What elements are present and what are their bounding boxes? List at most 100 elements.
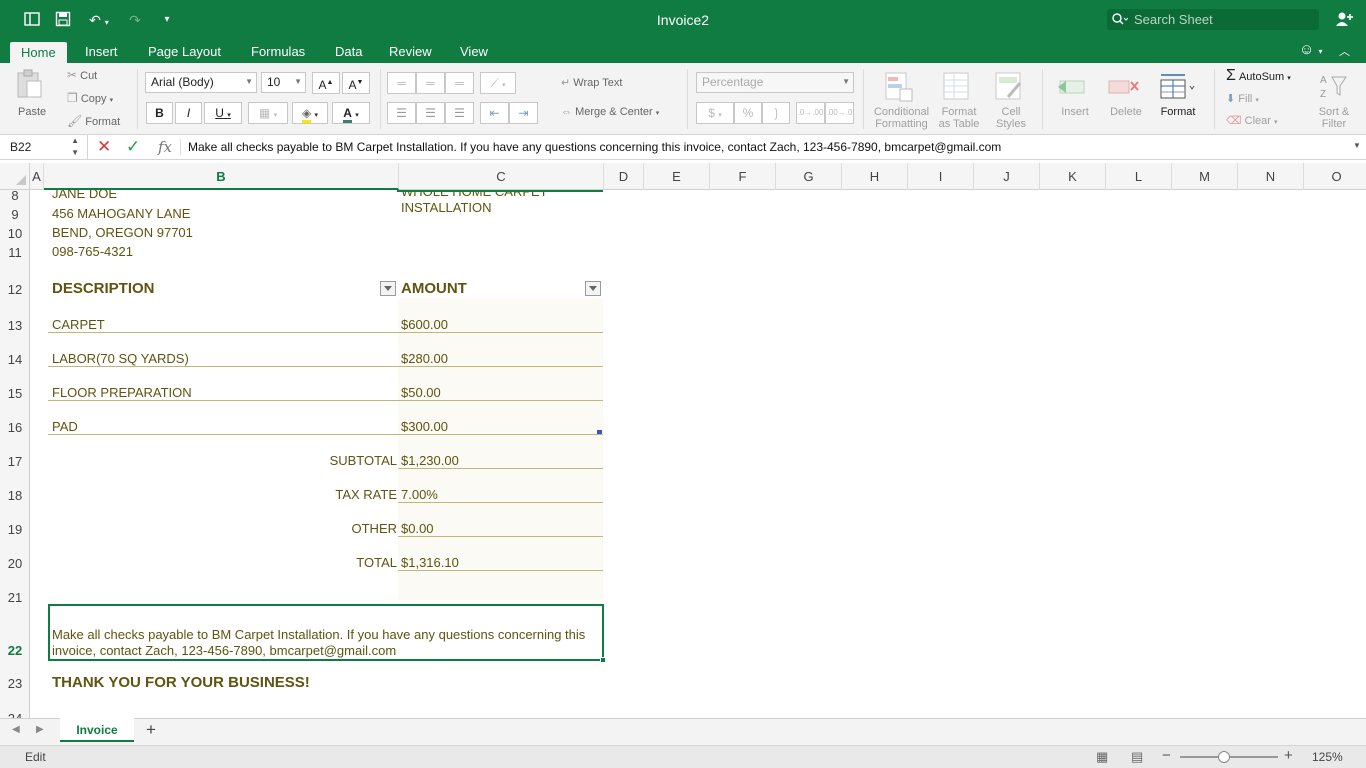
row-header-22[interactable]: 22 <box>0 643 29 658</box>
column-header-j[interactable]: J <box>974 163 1040 190</box>
table-resize-handle[interactable] <box>597 430 602 434</box>
expand-formula-bar-icon[interactable]: ▼ <box>1353 141 1361 150</box>
align-top-button[interactable]: ═ <box>387 72 416 94</box>
paste-button[interactable]: Paste <box>10 69 54 125</box>
cut-button[interactable]: ✂ Cut <box>67 68 97 82</box>
other-value[interactable]: $0.00 <box>401 521 434 536</box>
amount-header[interactable]: AMOUNT <box>401 280 467 297</box>
share-user-icon[interactable] <box>1334 11 1356 29</box>
bill-to-city[interactable]: BEND, OREGON 97701 <box>52 225 193 240</box>
decrease-indent-button[interactable]: ⇤ <box>480 102 509 124</box>
format-painter-button[interactable]: 🖌 Format <box>67 114 120 128</box>
column-header-n[interactable]: N <box>1238 163 1304 190</box>
column-header-c[interactable]: C <box>399 163 604 190</box>
item-description[interactable]: FLOOR PREPARATION <box>52 385 192 400</box>
align-bottom-button[interactable]: ═ <box>445 72 474 94</box>
row-header-20[interactable]: 20 <box>0 556 29 571</box>
delete-cells-button[interactable]: Delete <box>1102 69 1150 131</box>
zoom-slider-thumb[interactable] <box>1218 751 1231 763</box>
row-header-17[interactable]: 17 <box>0 454 29 469</box>
row-header-14[interactable]: 14 <box>0 352 29 367</box>
tab-insert[interactable]: Insert <box>85 43 118 61</box>
column-header-l[interactable]: L <box>1106 163 1172 190</box>
fill-color-button[interactable]: ◈ ▾ <box>292 102 328 124</box>
tab-formulas[interactable]: Formulas <box>251 43 305 61</box>
number-format-select[interactable]: Percentage ▼ <box>696 72 854 93</box>
orientation-button[interactable]: ⟋ ▾ <box>480 72 516 94</box>
row-header-19[interactable]: 19 <box>0 522 29 537</box>
row-header-8[interactable]: 8 <box>0 190 29 203</box>
thank-you-message[interactable]: THANK YOU FOR YOUR BUSINESS! <box>52 674 310 691</box>
name-box[interactable]: B22 ▲ ▼ <box>0 135 88 159</box>
item-amount[interactable]: $600.00 <box>401 317 448 332</box>
underline-button[interactable]: U ▾ <box>204 102 242 124</box>
row-header-12[interactable]: 12 <box>0 282 29 297</box>
row-header-24[interactable]: 24 <box>0 711 29 718</box>
column-header-m[interactable]: M <box>1172 163 1238 190</box>
wrap-text-button[interactable]: ↵ Wrap Text <box>561 76 622 89</box>
fill-handle[interactable] <box>600 657 606 663</box>
column-header-b[interactable]: B <box>44 163 399 190</box>
row-header-9[interactable]: 9 <box>0 207 29 222</box>
tab-page-layout[interactable]: Page Layout <box>148 43 221 61</box>
item-amount[interactable]: $50.00 <box>401 385 441 400</box>
row-header-10[interactable]: 10 <box>0 226 29 241</box>
row-header-16[interactable]: 16 <box>0 420 29 435</box>
description-header[interactable]: DESCRIPTION <box>52 280 155 297</box>
currency-button[interactable]: $ ▾ <box>696 102 734 124</box>
confirm-entry-icon[interactable]: ✓ <box>126 137 140 157</box>
align-middle-button[interactable]: ═ <box>416 72 445 94</box>
item-description[interactable]: CARPET <box>52 317 105 332</box>
increase-decimal-button[interactable]: .0→.00 <box>796 102 825 124</box>
row-header-15[interactable]: 15 <box>0 386 29 401</box>
tax-rate-value[interactable]: 7.00% <box>401 487 438 502</box>
align-center-button[interactable]: ☰ <box>416 102 445 124</box>
autosum-button[interactable]: Σ AutoSum ▾ <box>1226 67 1291 85</box>
tab-view[interactable]: View <box>460 43 488 61</box>
search-sheet-input[interactable]: Search Sheet <box>1107 9 1319 30</box>
align-left-button[interactable]: ☰ <box>387 102 416 124</box>
total-value[interactable]: $1,316.10 <box>401 555 459 570</box>
collapse-ribbon-icon[interactable]: ︿ <box>1339 43 1350 61</box>
decrease-decimal-button[interactable]: .00→.0 <box>825 102 854 124</box>
insert-cells-button[interactable]: Insert <box>1050 69 1100 131</box>
percent-button[interactable]: % <box>734 102 762 124</box>
item-amount[interactable]: $280.00 <box>401 351 448 366</box>
column-header-f[interactable]: F <box>710 163 776 190</box>
copy-button[interactable]: ❐ Copy ▾ <box>67 91 113 105</box>
font-size-select[interactable]: 10 ▼ <box>261 72 306 93</box>
tab-home[interactable]: Home <box>10 42 67 63</box>
scroll-sheets-right-icon[interactable]: ▶ <box>36 724 44 735</box>
column-header-k[interactable]: K <box>1040 163 1106 190</box>
row-header-11[interactable]: 11 <box>0 245 29 260</box>
conditional-formatting-button[interactable]: Conditional Formatting <box>870 69 932 131</box>
add-sheet-button[interactable]: + <box>146 720 156 740</box>
column-header-a[interactable]: A <box>30 163 44 190</box>
column-header-o[interactable]: O <box>1304 163 1366 190</box>
tab-data[interactable]: Data <box>335 43 362 61</box>
sheet-tab-invoice[interactable]: Invoice <box>60 718 134 742</box>
row-header-21[interactable]: 21 <box>0 590 29 605</box>
other-label[interactable]: OTHER <box>352 521 398 536</box>
column-header-h[interactable]: H <box>842 163 908 190</box>
cancel-entry-icon[interactable]: ✕ <box>97 137 111 157</box>
format-as-table-button[interactable]: Format as Table <box>934 69 984 131</box>
scroll-sheets-left-icon[interactable]: ◀ <box>12 724 20 735</box>
normal-view-icon[interactable]: ▦ <box>1096 749 1108 765</box>
fill-button[interactable]: ⬇ Fill ▾ <box>1226 92 1259 105</box>
comma-button[interactable]: ❳ <box>762 102 790 124</box>
borders-button[interactable]: ▦ ▾ <box>248 102 288 124</box>
decrease-font-size-button[interactable]: A▼ <box>342 72 370 94</box>
tax-rate-label[interactable]: TAX RATE <box>335 487 397 502</box>
formula-input[interactable]: Make all checks payable to BM Carpet Ins… <box>188 140 1001 154</box>
feedback-smiley-icon[interactable]: ☺ ▾ <box>1299 41 1323 61</box>
item-description[interactable]: LABOR(70 SQ YARDS) <box>52 351 189 366</box>
column-header-e[interactable]: E <box>644 163 710 190</box>
row-header-23[interactable]: 23 <box>0 676 29 691</box>
zoom-out-button[interactable]: − <box>1162 747 1171 764</box>
description-filter-button[interactable] <box>380 281 396 296</box>
total-label[interactable]: TOTAL <box>356 555 397 570</box>
zoom-slider-track[interactable] <box>1180 751 1278 763</box>
active-cell-b22[interactable]: Make all checks payable to BM Carpet Ins… <box>48 604 606 663</box>
page-layout-view-icon[interactable]: ▤ <box>1131 749 1143 765</box>
